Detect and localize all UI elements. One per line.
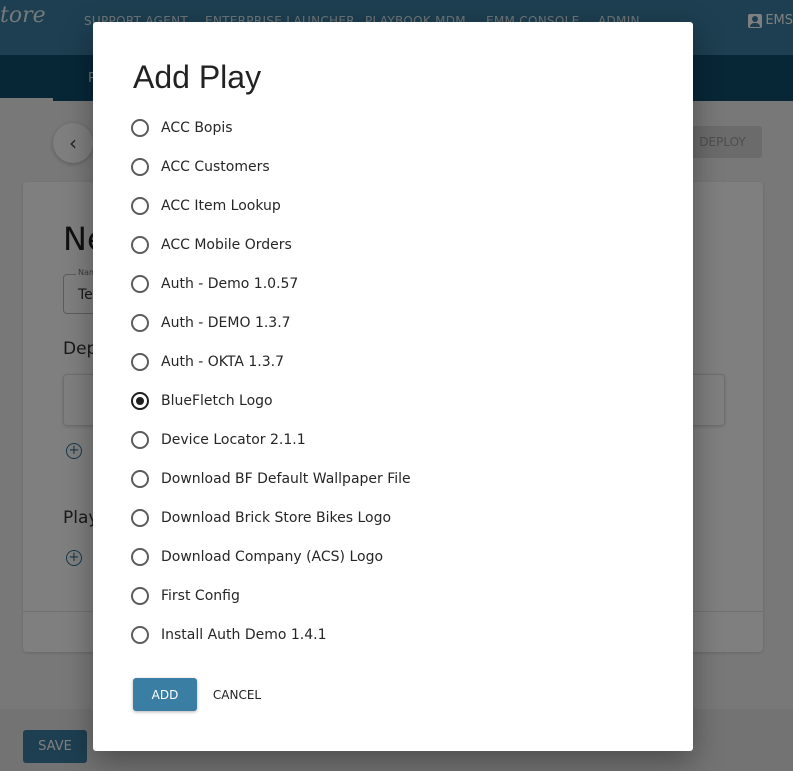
play-option-label: Auth - DEMO 1.3.7 [161,314,291,331]
add-button[interactable]: ADD [133,678,197,711]
play-option[interactable]: First Config [131,576,411,615]
radio-unchecked-icon[interactable] [131,118,149,137]
play-option[interactable]: Auth - DEMO 1.3.7 [131,303,411,342]
play-option-label: Auth - OKTA 1.3.7 [161,353,284,370]
play-option[interactable]: Install Auth Demo 1.4.1 [131,615,411,654]
play-option[interactable]: ACC Item Lookup [131,186,411,225]
play-option[interactable]: Auth - OKTA 1.3.7 [131,342,411,381]
play-option-label: Download Company (ACS) Logo [161,548,384,565]
play-option-label: ACC Bopis [161,119,233,136]
play-option-label: ACC Item Lookup [161,197,281,214]
radio-unchecked-icon[interactable] [131,547,149,566]
radio-checked-icon[interactable] [131,391,149,410]
play-option[interactable]: Download Company (ACS) Logo [131,537,411,576]
play-option[interactable]: Download Brick Store Bikes Logo [131,498,411,537]
play-option[interactable]: ACC Bopis [131,108,411,147]
radio-unchecked-icon[interactable] [131,430,149,449]
radio-unchecked-icon[interactable] [131,274,149,293]
play-options-list: ACC Bopis ACC Customers ACC Item Lookup ACC… [131,108,411,654]
radio-unchecked-icon[interactable] [131,625,149,644]
add-play-dialog: Add Play ACC Bopis ACC Customers ACC Item … [93,22,693,751]
play-option[interactable]: Auth - Demo 1.0.57 [131,264,411,303]
play-option-label: BlueFletch Logo [161,392,273,409]
radio-unchecked-icon[interactable] [131,235,149,254]
radio-unchecked-icon[interactable] [131,157,149,176]
play-option-label: Auth - Demo 1.0.57 [161,275,299,292]
radio-unchecked-icon[interactable] [131,469,149,488]
play-option-label: Download Brick Store Bikes Logo [161,509,392,526]
radio-unchecked-icon[interactable] [131,508,149,527]
play-option[interactable]: BlueFletch Logo [131,381,411,420]
play-option-label: ACC Mobile Orders [161,236,292,253]
play-option-label: First Config [161,587,240,604]
cancel-button[interactable]: CANCEL [207,678,267,711]
radio-unchecked-icon[interactable] [131,313,149,332]
play-option[interactable]: ACC Customers [131,147,411,186]
play-option[interactable]: Download BF Default Wallpaper File [131,459,411,498]
radio-unchecked-icon[interactable] [131,586,149,605]
play-option[interactable]: ACC Mobile Orders [131,225,411,264]
play-option-label: Download BF Default Wallpaper File [161,470,411,487]
play-option-label: Device Locator 2.1.1 [161,431,306,448]
radio-unchecked-icon[interactable] [131,196,149,215]
play-option-label: Install Auth Demo 1.4.1 [161,626,327,643]
play-option-label: ACC Customers [161,158,270,175]
play-option[interactable]: Device Locator 2.1.1 [131,420,411,459]
dialog-title: Add Play [133,59,262,95]
radio-unchecked-icon[interactable] [131,352,149,371]
